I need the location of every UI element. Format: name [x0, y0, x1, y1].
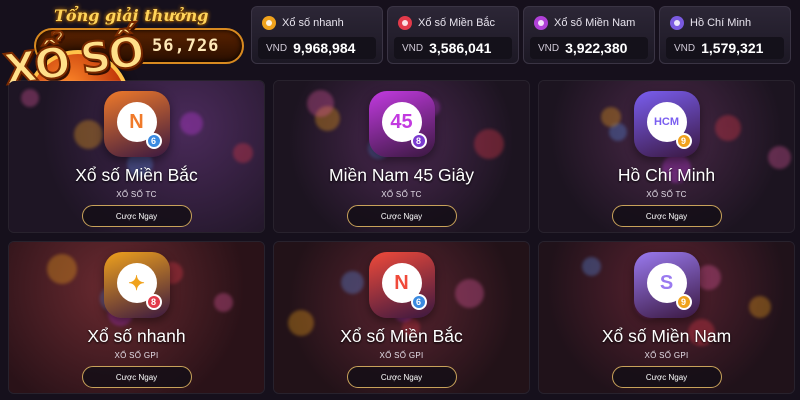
currency-label: VND [538, 42, 560, 54]
background-ball-icon [214, 293, 233, 312]
background-ball-icon [307, 90, 334, 117]
bet-now-button[interactable]: Cược Ngay [611, 366, 722, 388]
background-ball-icon [601, 107, 621, 127]
game-title: Hồ Chí Minh [617, 165, 716, 185]
game-provider: XỔ SỐ TC [116, 190, 157, 199]
bet-now-button[interactable]: Cược Ngay [81, 366, 192, 388]
game-provider: XỔ SỐ GPI [379, 351, 424, 360]
north-lottery-icon: N 6 [368, 252, 435, 318]
icon-badge: 6 [145, 133, 162, 149]
icon-badge: 8 [145, 294, 162, 310]
game-card-xo-so-nhanh[interactable]: ✦ 8 Xổ số nhanh XỔ SỐ GPI Cược Ngay [8, 241, 265, 394]
background-ball-icon [233, 143, 253, 163]
game-provider: XỔ SỐ TC [646, 190, 687, 199]
stat-value-row: VND 9,968,984 [258, 37, 376, 59]
background-ball-icon [749, 296, 771, 318]
background-ball-icon [47, 254, 77, 284]
game-provider: XỔ SỐ GPI [644, 351, 689, 360]
icon-badge: 9 [675, 133, 692, 149]
south-45s-lottery-icon: 45 8 [368, 91, 435, 157]
bet-now-button[interactable]: Cược Ngay [81, 205, 192, 227]
game-provider: XỔ SỐ GPI [114, 351, 159, 360]
game-card-ho-chi-minh[interactable]: HCM 9 Hồ Chí Minh XỔ SỐ TC Cược Ngay [538, 80, 795, 233]
background-ball-icon [474, 129, 504, 159]
game-card-mien-nam-gpi[interactable]: S 9 Xổ số Miền Nam XỔ SỐ GPI Cược Ngay [538, 241, 795, 394]
game-title: Xổ số Miền Bắc [75, 165, 198, 185]
stat-card-xo-so-nhanh[interactable]: Xổ số nhanh VND 9,968,984 [251, 6, 383, 64]
stat-name: Xổ số nhanh [282, 17, 344, 29]
game-title: Xổ số Miền Nam [601, 326, 732, 346]
stat-value: 9,968,984 [293, 40, 356, 56]
hcm-lottery-icon: HCM 9 [633, 91, 700, 157]
jackpot-amount: 56,726 [152, 36, 220, 56]
stat-value-row: VND 3,922,380 [530, 37, 648, 59]
stat-value: 1,579,321 [701, 40, 764, 56]
background-ball-icon [74, 120, 103, 149]
game-title: Xổ số nhanh [87, 326, 186, 346]
quick-lottery-icon: ✦ 8 [103, 252, 170, 318]
stat-name: Hồ Chí Minh [690, 17, 752, 29]
icon-badge: 6 [410, 294, 427, 310]
stat-value: 3,586,041 [429, 40, 492, 56]
stat-value-row: VND 3,586,041 [394, 37, 512, 59]
stat-value-row: VND 1,579,321 [666, 37, 784, 59]
background-ball-icon [180, 112, 203, 135]
background-ball-icon [582, 257, 601, 276]
stat-name: Xổ số Miền Bắc [418, 17, 496, 29]
background-ball-icon [455, 279, 484, 308]
icon-badge: 9 [675, 294, 692, 310]
background-ball-icon [341, 271, 364, 294]
game-provider: XỔ SỐ TC [381, 190, 422, 199]
stat-card-ho-chi-minh[interactable]: Hồ Chí Minh VND 1,579,321 [659, 6, 791, 64]
stat-card-mien-bac[interactable]: Xổ số Miền Bắc VND 3,586,041 [387, 6, 519, 64]
background-ball-icon [715, 115, 741, 141]
stat-card-mien-nam[interactable]: Xổ số Miền Nam VND 3,922,380 [523, 6, 655, 64]
game-card-mien-nam-45[interactable]: 45 8 Miền Nam 45 Giây XỔ SỐ TC Cược Ngay [273, 80, 530, 233]
bet-now-button[interactable]: Cược Ngay [346, 366, 457, 388]
stat-name: Xổ số Miền Nam [554, 17, 636, 29]
icon-badge: 8 [410, 133, 427, 149]
currency-label: VND [674, 42, 696, 54]
north-lottery-icon: N 6 [103, 91, 170, 157]
game-card-mien-bac-tc[interactable]: N 6 Xổ số Miền Bắc XỔ SỐ TC Cược Ngay [8, 80, 265, 233]
lottery-ball-icon [534, 16, 548, 30]
bet-now-button[interactable]: Cược Ngay [611, 205, 722, 227]
currency-label: VND [266, 42, 288, 54]
lottery-ball-icon [398, 16, 412, 30]
south-lottery-icon: S 9 [633, 252, 700, 318]
game-title: Miền Nam 45 Giây [329, 165, 474, 185]
game-card-mien-bac-gpi[interactable]: N 6 Xổ số Miền Bắc XỔ SỐ GPI Cược Ngay [273, 241, 530, 394]
coin-icon [262, 16, 276, 30]
background-ball-icon [21, 89, 39, 107]
lottery-ball-icon [670, 16, 684, 30]
bet-now-button[interactable]: Cược Ngay [346, 205, 457, 227]
background-ball-icon [696, 265, 721, 290]
currency-label: VND [402, 42, 424, 54]
stat-value: 3,922,380 [565, 40, 628, 56]
game-title: Xổ số Miền Bắc [340, 326, 463, 346]
